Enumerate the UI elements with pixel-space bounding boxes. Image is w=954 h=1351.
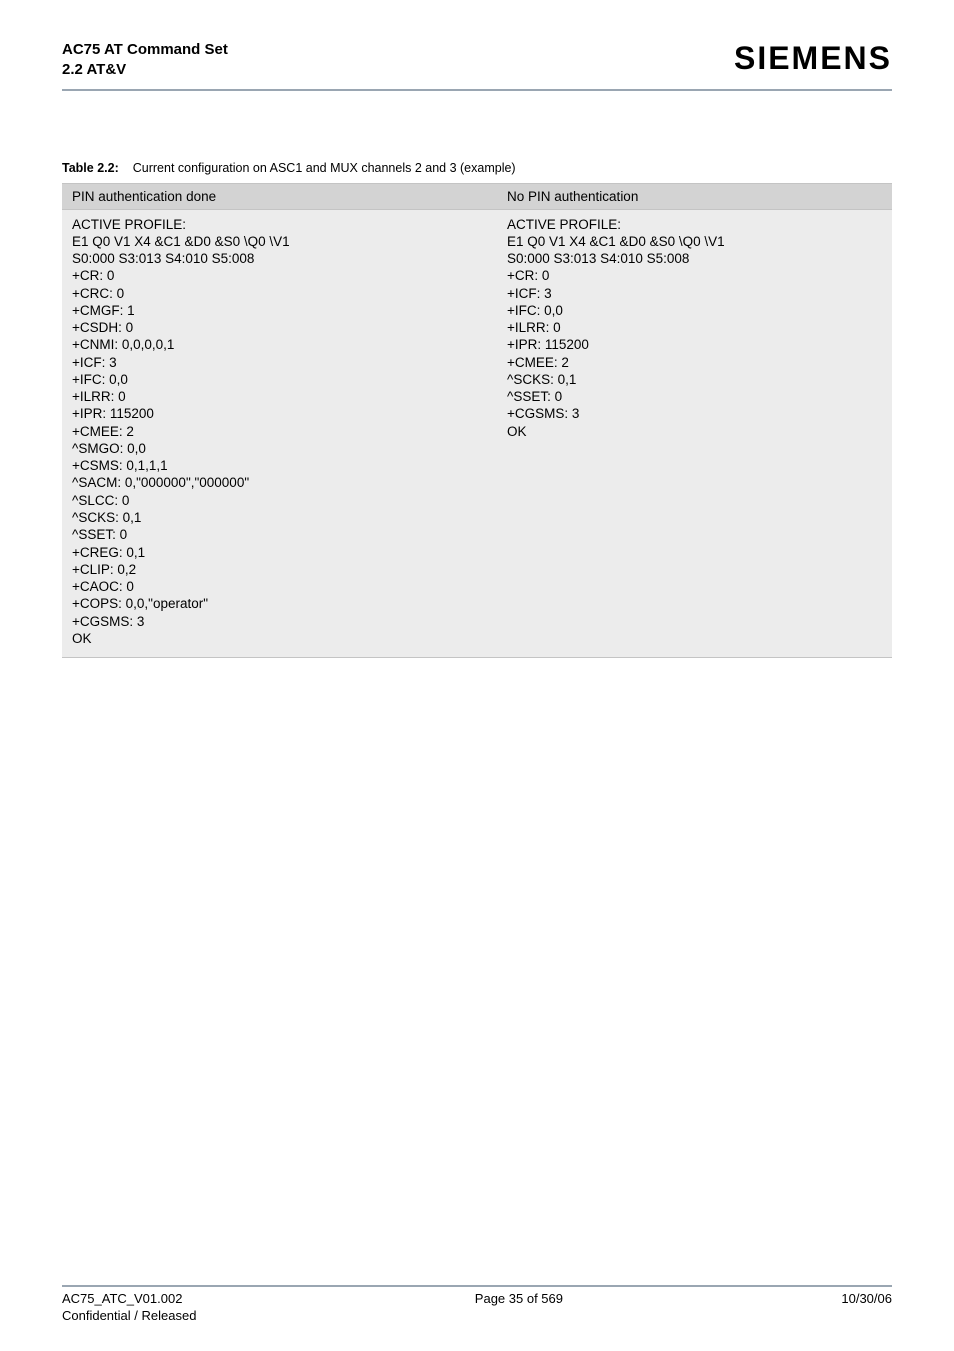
table-caption: Table 2.2: Current configuration on ASC1 … <box>62 161 892 175</box>
footer-page-number: Page 35 of 569 <box>475 1291 563 1325</box>
header-divider <box>62 89 892 91</box>
footer-left: AC75_ATC_V01.002 Confidential / Released <box>62 1291 196 1325</box>
table-label: Table 2.2: <box>62 161 119 175</box>
footer-confidentiality: Confidential / Released <box>62 1308 196 1325</box>
page-header: AC75 AT Command Set 2.2 AT&V SIEMENS <box>62 40 892 81</box>
profile-table: PIN authentication done No PIN authentic… <box>62 183 892 659</box>
col-header-pin-done: PIN authentication done <box>62 183 497 209</box>
page-footer: AC75_ATC_V01.002 Confidential / Released… <box>62 1285 892 1325</box>
col-header-no-pin: No PIN authentication <box>497 183 892 209</box>
table-header-row: PIN authentication done No PIN authentic… <box>62 183 892 209</box>
header-titles: AC75 AT Command Set 2.2 AT&V <box>62 40 228 81</box>
table-row: ACTIVE PROFILE: E1 Q0 V1 X4 &C1 &D0 &S0 … <box>62 209 892 658</box>
doc-title: AC75 AT Command Set <box>62 40 228 60</box>
brand-logo: SIEMENS <box>734 40 892 77</box>
footer-date: 10/30/06 <box>841 1291 892 1325</box>
doc-section: 2.2 AT&V <box>62 60 228 80</box>
footer-divider <box>62 1285 892 1287</box>
cell-no-pin: ACTIVE PROFILE: E1 Q0 V1 X4 &C1 &D0 &S0 … <box>497 209 892 658</box>
footer-doc-id: AC75_ATC_V01.002 <box>62 1291 196 1308</box>
table-caption-text: Current configuration on ASC1 and MUX ch… <box>133 161 516 175</box>
cell-pin-done: ACTIVE PROFILE: E1 Q0 V1 X4 &C1 &D0 &S0 … <box>62 209 497 658</box>
